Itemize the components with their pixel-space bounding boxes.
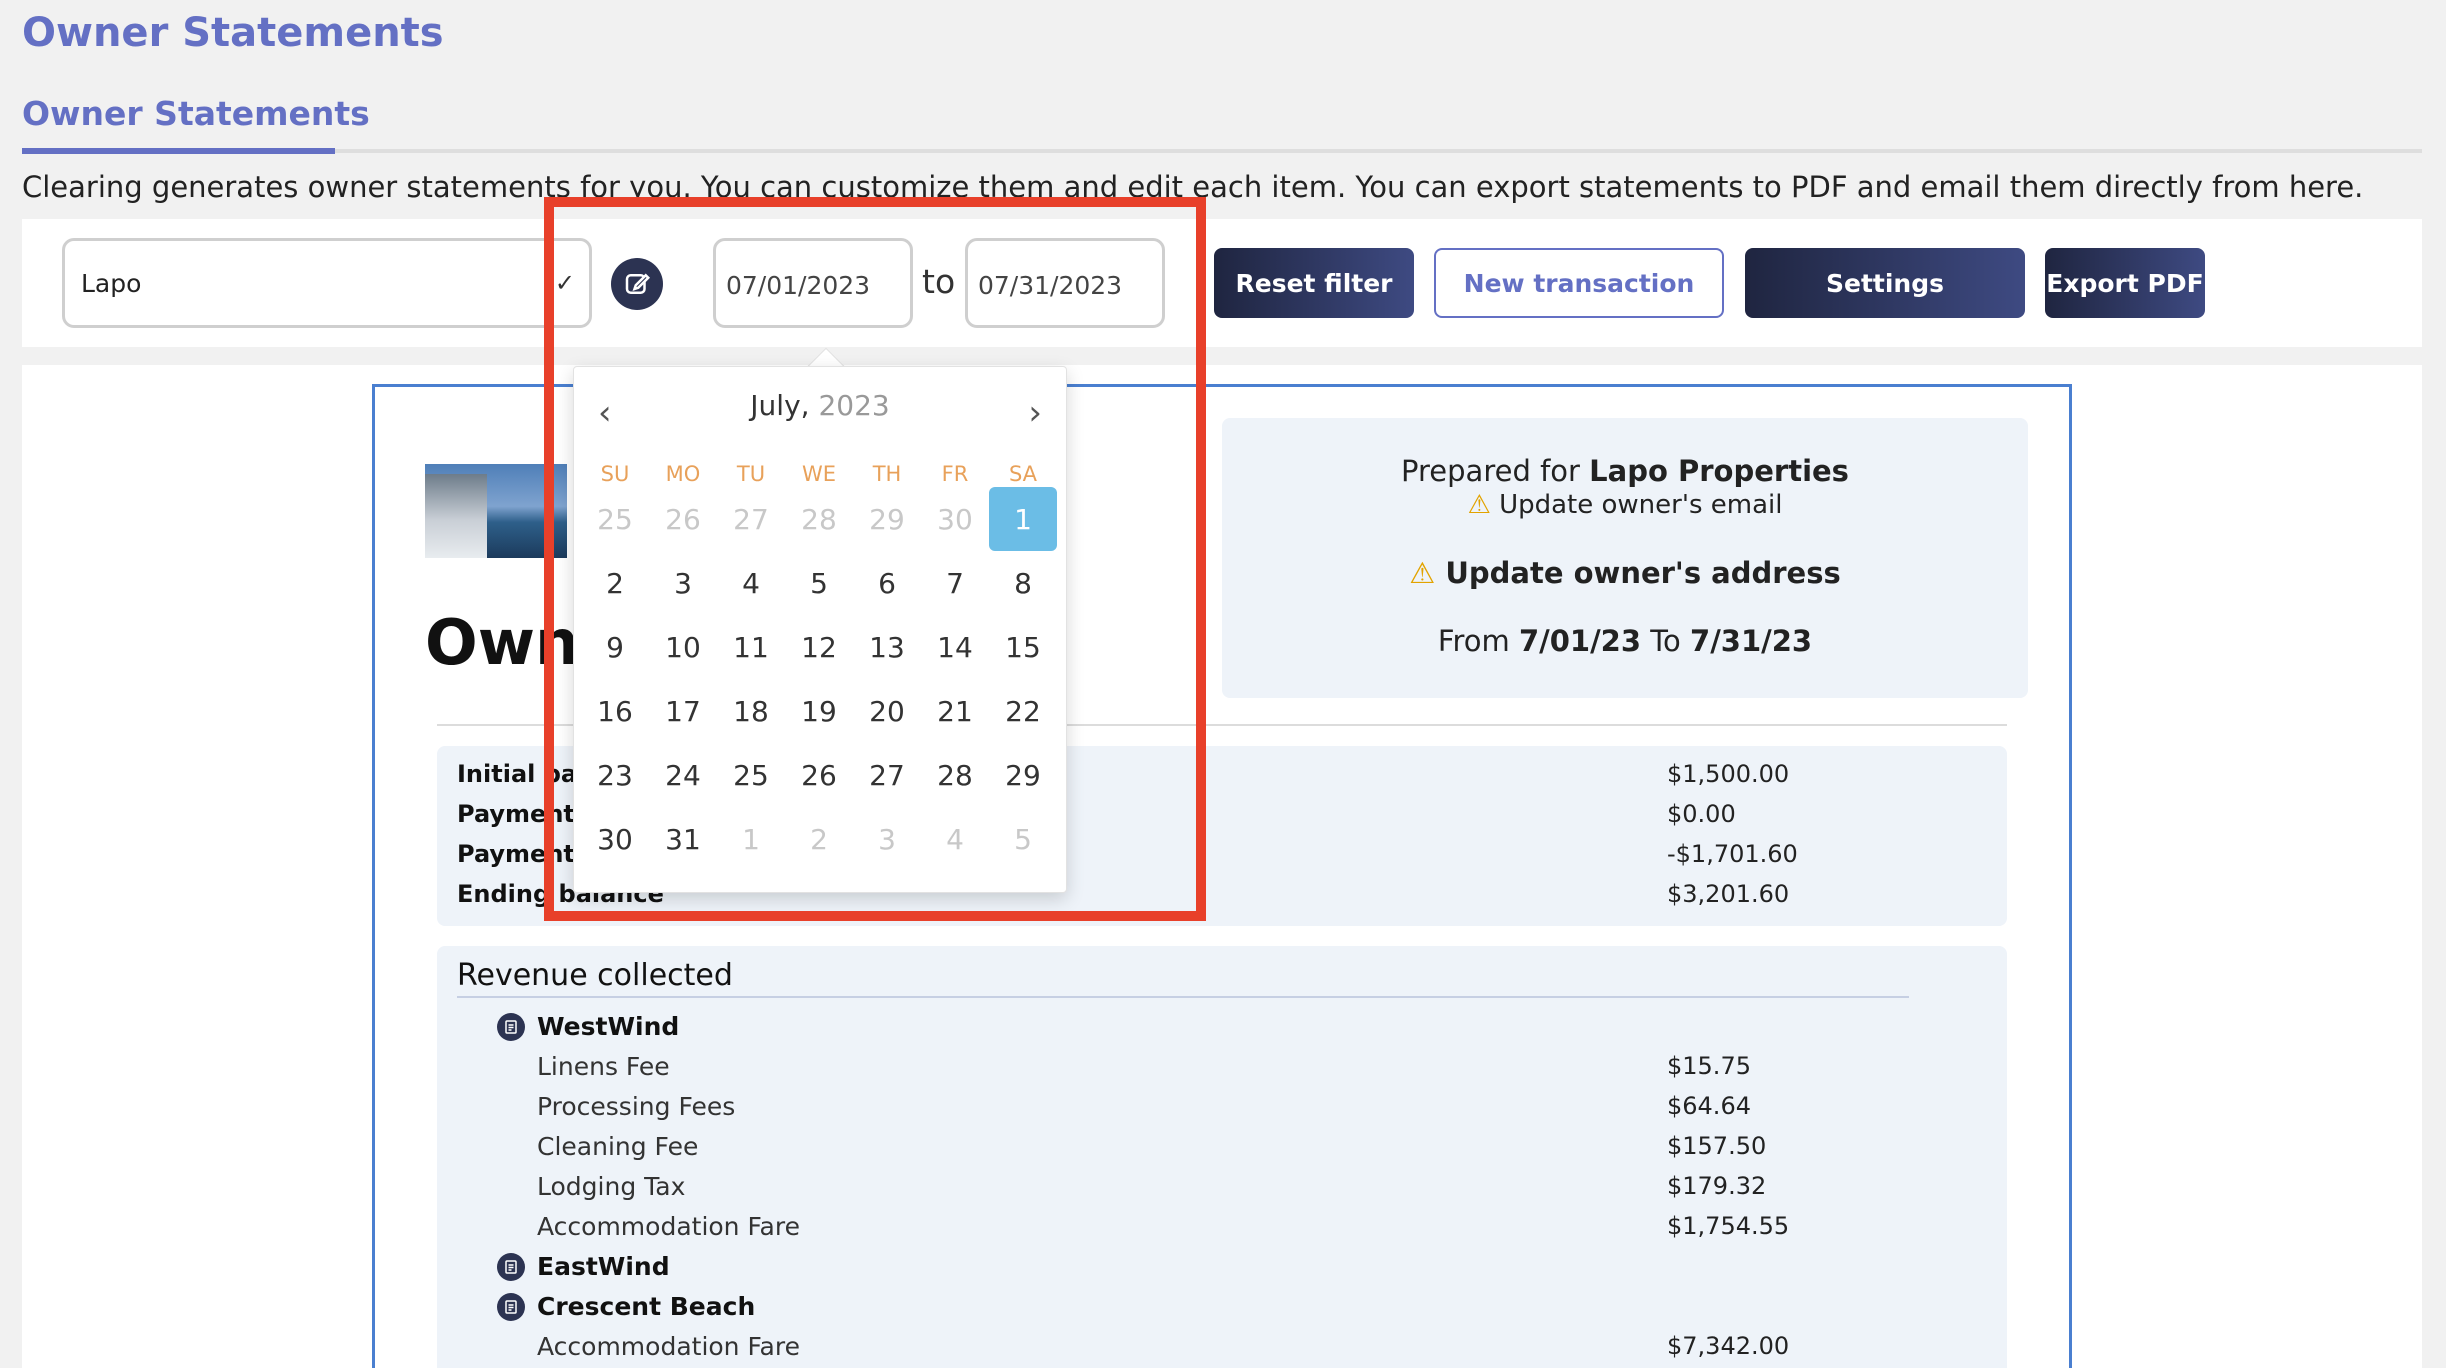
line-item-name: Processing Fees <box>537 1092 736 1121</box>
summary-amount: -$1,701.60 <box>1667 840 1798 868</box>
summary-amount: $0.00 <box>1667 800 1736 828</box>
summary-amount: $3,201.60 <box>1667 880 1790 908</box>
prepared-for-label: Prepared for <box>1401 454 1590 488</box>
address-warning[interactable]: ⚠ Update owner's address <box>1222 556 2028 590</box>
annotation-highlight <box>544 197 1206 921</box>
export-pdf-button[interactable]: Export PDF <box>2045 248 2205 318</box>
reset-filter-button[interactable]: Reset filter <box>1214 248 1414 318</box>
line-item-name: Accommodation Fare <box>537 1212 800 1241</box>
settings-button[interactable]: Settings <box>1745 248 2025 318</box>
page-title: Owner Statements <box>22 10 444 56</box>
period-from-date: 7/01/23 <box>1518 624 1642 658</box>
owner-name: Lapo Properties <box>1589 454 1849 488</box>
revenue-title: Revenue collected <box>457 958 733 993</box>
line-item-name: Linens Fee <box>537 1052 670 1081</box>
property-name: EastWind <box>537 1252 670 1281</box>
line-item-amount: $15.75 <box>1667 1052 1751 1080</box>
line-item-amount: $64.64 <box>1667 1092 1751 1120</box>
line-item-name: Accommodation Fare <box>537 1332 800 1361</box>
email-warning-text: Update owner's email <box>1499 490 1783 520</box>
property-name: WestWind <box>537 1012 680 1041</box>
tab-bar-track <box>22 149 2422 153</box>
owner-select[interactable]: Lapo ✓ <box>62 238 592 328</box>
warning-icon: ⚠ <box>1409 556 1436 590</box>
prepared-for-line: Prepared for Lapo Properties <box>1222 454 2028 488</box>
period-to-label: To <box>1641 624 1691 658</box>
line-item-amount: $179.32 <box>1667 1172 1767 1200</box>
address-warning-text: Update owner's address <box>1445 556 1841 590</box>
document-icon[interactable] <box>497 1253 525 1281</box>
document-icon[interactable] <box>497 1013 525 1041</box>
owner-select-value: Lapo <box>81 269 142 298</box>
period-to-date: 7/31/23 <box>1690 624 1813 658</box>
period-from-label: From <box>1437 624 1519 658</box>
line-item-amount: $7,342.00 <box>1667 1332 1790 1360</box>
tab-active-indicator <box>22 148 335 154</box>
summary-amount: $1,500.00 <box>1667 760 1790 788</box>
property-name: Crescent Beach <box>537 1292 756 1321</box>
document-icon[interactable] <box>497 1293 525 1321</box>
line-item-name: Cleaning Fee <box>537 1132 699 1161</box>
warning-icon: ⚠ <box>1467 490 1491 520</box>
tab-owner-statements[interactable]: Owner Statements <box>22 94 370 133</box>
line-item-amount: $157.50 <box>1667 1132 1767 1160</box>
new-transaction-button[interactable]: New transaction <box>1434 248 1724 318</box>
line-item-amount: $1,754.55 <box>1667 1212 1790 1240</box>
statement-period: From 7/01/23 To 7/31/23 <box>1222 624 2028 658</box>
email-warning[interactable]: ⚠ Update owner's email <box>1222 490 2028 520</box>
line-item-name: Lodging Tax <box>537 1172 686 1201</box>
owner-info-box: Prepared for Lapo Properties ⚠ Update ow… <box>1222 418 2028 698</box>
revenue-divider <box>457 996 1909 998</box>
